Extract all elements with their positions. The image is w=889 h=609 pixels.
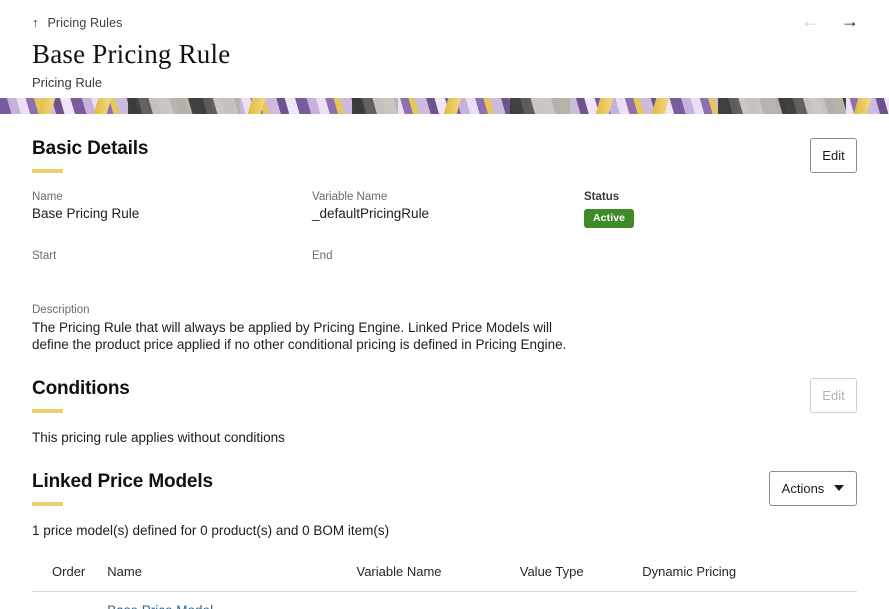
accent-underline	[32, 501, 63, 506]
field-name: Name Base Pricing Rule	[32, 191, 312, 228]
linked-price-models-summary: 1 price model(s) defined for 0 product(s…	[32, 522, 390, 538]
field-start-value	[32, 265, 312, 282]
field-name-value: Base Pricing Rule	[32, 206, 140, 221]
field-start: Start	[32, 250, 312, 282]
field-status-label: Status	[584, 191, 620, 203]
record-navigation: ← →	[801, 12, 859, 30]
arrow-right-icon[interactable]: →	[841, 12, 859, 30]
field-variable-name: Variable Name _defaultPricingRule	[312, 191, 584, 228]
status-badge: Active	[584, 209, 635, 228]
cell-variable-name: _defaultPriceModel	[356, 591, 520, 609]
table-row: 0 Base Price Model The Price Model that …	[32, 591, 857, 609]
basic-details-edit-button[interactable]: Edit	[810, 138, 857, 173]
field-end-value	[312, 265, 584, 282]
field-description-label: Description	[32, 304, 90, 316]
breadcrumb[interactable]: ↑ Pricing Rules	[32, 14, 857, 32]
conditions-edit-button[interactable]: Edit	[810, 377, 857, 413]
cell-order: 0	[32, 591, 108, 609]
basic-details-row-1: Name Base Pricing Rule Variable Name _de…	[32, 191, 857, 228]
column-header-actions	[798, 557, 857, 592]
conditions-section: Conditions Edit This pricing rule applie…	[32, 354, 857, 445]
page-header: ↑ Pricing Rules Base Pricing Rule Pricin…	[0, 0, 889, 98]
price-model-link[interactable]: Base Price Model	[107, 603, 213, 609]
field-description: Description The Pricing Rule that will a…	[32, 304, 857, 354]
field-variable-name-label: Variable Name	[312, 191, 388, 203]
page-title: Base Pricing Rule	[32, 39, 231, 69]
field-end: End	[312, 250, 584, 282]
decorative-banner	[0, 98, 889, 114]
banner-patch	[352, 98, 398, 114]
column-header-variable-name[interactable]: Variable Name	[356, 557, 520, 592]
page-subtitle: Pricing Rule	[32, 75, 103, 91]
linked-price-models-heading: Linked Price Models	[32, 470, 213, 492]
linked-price-models-table: Order Name Variable Name Value Type Dyna…	[32, 557, 857, 609]
table-header-row: Order Name Variable Name Value Type Dyna…	[32, 557, 857, 592]
field-start-label: Start	[32, 250, 57, 262]
up-arrow-icon: ↑	[32, 14, 39, 30]
field-description-value: The Pricing Rule that will always be app…	[32, 320, 567, 353]
cell-row-actions: •••	[798, 591, 857, 609]
column-header-order[interactable]: Order	[32, 557, 108, 592]
cell-dynamic-pricing: None	[642, 591, 799, 609]
column-header-value-type[interactable]: Value Type	[519, 557, 643, 592]
banner-patch	[128, 98, 240, 114]
actions-button-label: Actions	[781, 480, 825, 496]
banner-patch	[718, 98, 846, 114]
accent-underline	[32, 169, 63, 173]
field-name-label: Name	[32, 191, 63, 203]
linked-price-models-section: Linked Price Models Actions 1 price mode…	[32, 445, 857, 609]
page-root: ↑ Pricing Rules Base Pricing Rule Pricin…	[0, 0, 889, 609]
field-status: Status Active	[584, 191, 764, 228]
actions-button[interactable]: Actions	[769, 470, 857, 506]
main-content: Basic Details Edit Name Base Pricing Rul…	[0, 114, 889, 609]
banner-patch	[510, 98, 570, 114]
conditions-body-text: This pricing rule applies without condit…	[32, 429, 285, 445]
column-header-name[interactable]: Name	[107, 557, 357, 592]
arrow-left-icon[interactable]: ←	[801, 12, 819, 30]
column-header-dynamic-pricing[interactable]: Dynamic Pricing	[642, 557, 799, 592]
conditions-heading: Conditions	[32, 377, 130, 399]
basic-details-section: Basic Details Edit Name Base Pricing Rul…	[32, 114, 857, 354]
cell-name: Base Price Model The Price Model that wi…	[107, 591, 357, 609]
field-variable-name-value: _defaultPricingRule	[312, 206, 430, 221]
field-end-label: End	[312, 250, 333, 262]
basic-details-heading: Basic Details	[32, 138, 149, 159]
basic-details-row-2: Start End	[32, 250, 857, 282]
chevron-down-icon	[834, 485, 845, 492]
breadcrumb-label[interactable]: Pricing Rules	[48, 16, 123, 30]
cell-value-type: Absolute Price	[519, 591, 643, 609]
accent-underline	[32, 408, 63, 413]
